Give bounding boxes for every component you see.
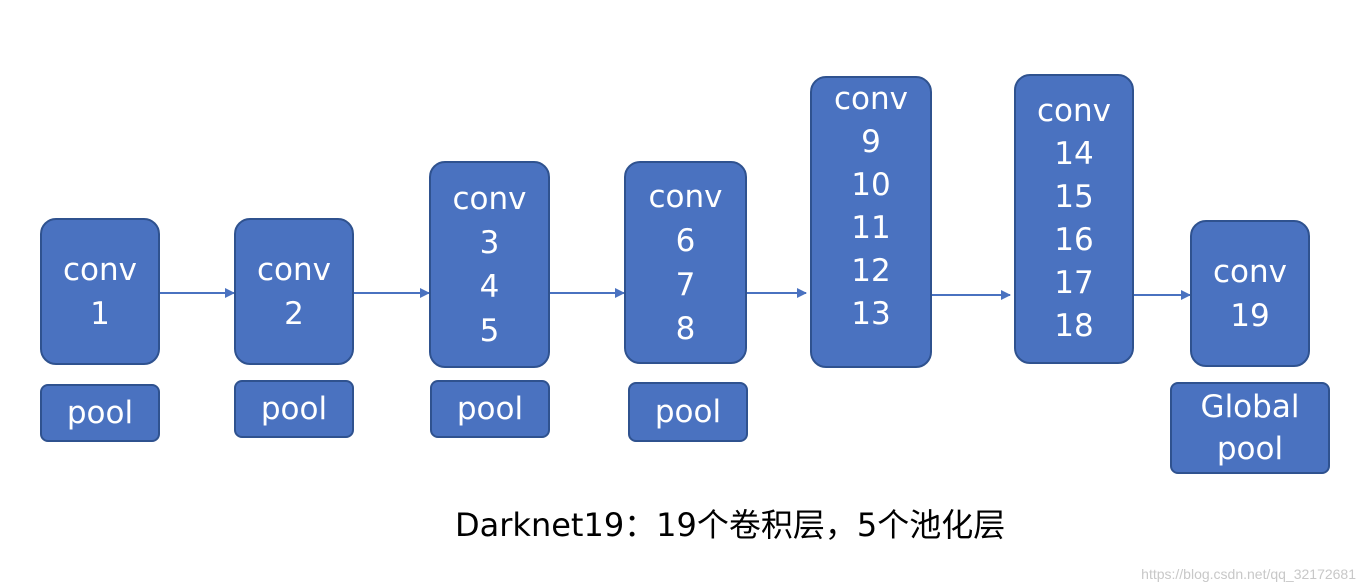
conv-block-1: conv 1 [40,218,160,365]
conv-block-19: conv 19 [1190,220,1310,367]
conv-block-title: conv [1212,253,1287,290]
conv-layer-number: 7 [675,266,696,303]
diagram-caption: Darknet19：19个卷积层，5个池化层 [455,506,1006,544]
conv-layer-number: 3 [479,224,500,261]
conv-layer-number: 13 [851,296,891,332]
conv-block-3-5: conv 3 4 5 [429,161,550,368]
conv-layer-number: 17 [1054,265,1094,301]
pool-label: pool [260,391,328,427]
pool-label: Global [1200,389,1300,425]
pool-label: pool [1216,431,1284,467]
conv-layer-number: 10 [851,167,891,203]
conv-layer-number: 8 [675,310,696,347]
pool-block-3: pool [430,380,550,438]
conv-layer-number: 5 [479,312,500,349]
conv-layer-number: 6 [675,222,696,259]
conv-layer-number: 4 [479,268,500,305]
conv-block-title: conv [648,178,723,215]
conv-layer-number: 12 [851,253,891,289]
conv-layer-number: 14 [1054,136,1094,172]
conv-block-9-13: conv 9 10 11 12 13 [810,76,932,368]
pool-block-1: pool [40,384,160,442]
conv-layer-number: 18 [1054,308,1094,344]
conv-layer-number: 19 [1230,297,1270,334]
conv-block-title: conv [256,251,331,288]
pool-block-4: pool [628,382,748,442]
conv-block-title: conv [833,81,908,117]
conv-layer-number: 9 [861,124,881,160]
pool-label: pool [456,391,524,427]
conv-block-title: conv [62,251,137,288]
conv-block-title: conv [1036,93,1111,129]
conv-layer-number: 2 [284,295,304,332]
conv-block-title: conv [452,180,527,217]
conv-block-2: conv 2 [234,218,354,365]
conv-layer-number: 1 [90,295,110,332]
conv-layer-number: 16 [1054,222,1094,258]
source-watermark: https://blog.csdn.net/qq_32172681 [1141,566,1356,582]
pool-block-2: pool [234,380,354,438]
conv-block-14-18: conv 14 15 16 17 18 [1014,74,1134,364]
pool-label: pool [654,394,722,430]
pool-label: pool [66,395,134,431]
conv-block-6-8: conv 6 7 8 [624,161,747,364]
global-pool-block: Global pool [1170,382,1330,474]
conv-layer-number: 15 [1054,179,1094,215]
conv-layer-number: 11 [851,210,891,246]
